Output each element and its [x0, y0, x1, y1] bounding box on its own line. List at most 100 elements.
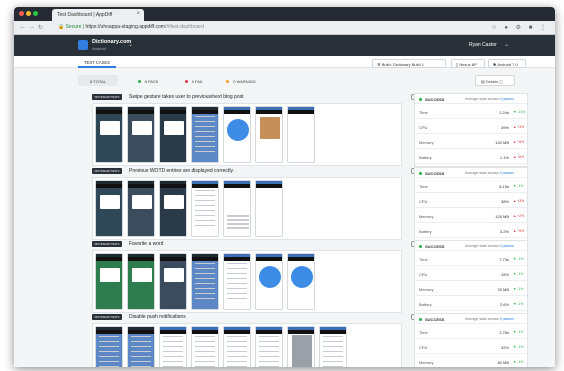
stat-delta: ▲ +5% — [513, 229, 525, 233]
test-case: DICTIONARY.TESTS Previous WOTD entries ar… — [78, 167, 528, 241]
screenshot-thumbnail[interactable] — [287, 326, 315, 367]
avg-text: Average stats across — [465, 317, 499, 321]
screenshot-thumbnail[interactable] — [287, 106, 315, 163]
screenshot-strip — [92, 177, 402, 240]
status-label: SUCCESS — [425, 244, 445, 249]
stat-row: Time 2.24s ▼ -13% — [415, 105, 527, 119]
screenshot-thumbnail[interactable] — [127, 106, 155, 163]
stat-row: CPU 15% ▼ -1% — [415, 267, 527, 281]
stat-label: Memory — [419, 360, 434, 365]
screenshot-thumbnail[interactable] — [287, 253, 315, 310]
extension-icons[interactable]: ☆ ● ⚙ ■ ⋮ — [491, 24, 549, 31]
stat-delta: ▲ +3% — [513, 125, 525, 129]
stat-delta: ▼ -1% — [513, 345, 524, 349]
user-name[interactable]: Ryan Castor — [469, 42, 497, 48]
close-tab-icon[interactable]: × — [136, 11, 140, 17]
forward-icon[interactable]: → — [29, 24, 35, 30]
stat-label: CPU — [419, 199, 428, 204]
reload-icon[interactable]: ↻ — [38, 24, 43, 31]
minimize-window-icon[interactable] — [26, 11, 31, 16]
stat-row: Time 7.73s ▼ -1% — [415, 252, 527, 266]
screenshot-thumbnail[interactable] — [95, 253, 123, 310]
screenshot-thumbnail[interactable] — [255, 326, 283, 367]
success-dot-icon — [419, 171, 422, 175]
success-dot-icon — [419, 97, 422, 101]
maximize-window-icon[interactable] — [33, 11, 38, 16]
stat-value: 2.6% — [499, 302, 509, 307]
stat-row: Battery 1.1% ▲ +6% — [415, 150, 527, 164]
screenshot-thumbnail[interactable] — [223, 180, 251, 237]
back-icon[interactable]: ← — [20, 24, 26, 30]
total-label: 8 TOTAL — [90, 78, 106, 84]
screenshot-strip — [92, 103, 402, 166]
tab-test-cases[interactable]: TEST CASES — [78, 56, 116, 68]
stat-value: 33 MB — [497, 287, 509, 292]
browser-tab[interactable]: Test Dashboard | AppDiff × — [52, 9, 144, 21]
stats-panel: SUCCESS Average stats across 9 passes Time… — [414, 167, 528, 241]
details-toggle[interactable]: ▤ Details ◻ — [475, 75, 515, 86]
screenshot-thumbnail[interactable] — [191, 326, 219, 367]
screenshot-thumbnail[interactable] — [191, 106, 219, 163]
screenshot-thumbnail[interactable] — [95, 326, 123, 367]
close-window-icon[interactable] — [19, 11, 24, 16]
screenshot-thumbnail[interactable] — [127, 326, 155, 367]
test-case-title[interactable]: Previous WOTD entries are displayed corr… — [129, 168, 234, 174]
app-logo — [78, 40, 88, 50]
screenshot-thumbnail[interactable] — [223, 253, 251, 310]
avg-count-link[interactable]: 9 passes — [500, 97, 514, 101]
success-dot-icon — [419, 317, 422, 321]
status-label: SUCCESS — [425, 171, 445, 176]
test-case-title[interactable]: Swipe gesture takes user to previous/nex… — [129, 94, 244, 100]
filter-pass[interactable]: 8 PASS — [128, 75, 168, 86]
stats-header: SUCCESS Average stats across 9 passes — [415, 168, 527, 178]
stats-header: SUCCESS Average stats across 9 passes — [415, 94, 527, 104]
avg-count-link[interactable]: 9 passes — [500, 244, 514, 248]
browser-tabstrip: Test Dashboard | AppDiff × — [14, 7, 555, 21]
chevron-down-icon[interactable]: ⌄ — [128, 41, 133, 48]
stat-delta: ▼ -1% — [513, 287, 524, 291]
screenshot-thumbnail[interactable] — [223, 326, 251, 367]
screenshot-thumbnail[interactable] — [95, 106, 123, 163]
screenshot-thumbnail[interactable] — [127, 253, 155, 310]
url-field[interactable]: 🔒 Secure | https://ohoappa-staging.appdi… — [58, 24, 204, 30]
url-host: https://ohoappa-staging.appdiff.com — [85, 24, 165, 30]
average-stats-label: Average stats across 9 passes — [465, 171, 514, 175]
screenshot-thumbnail[interactable] — [255, 253, 283, 310]
stat-label: Time — [419, 330, 428, 335]
test-case-title[interactable]: Favorite a word — [129, 241, 163, 247]
screenshot-thumbnail[interactable] — [159, 106, 187, 163]
stat-label: CPU — [419, 125, 428, 130]
screenshot-thumbnail[interactable] — [95, 180, 123, 237]
device-selector[interactable]: ▯ Nexus 6P — [451, 59, 485, 68]
avg-count-link[interactable]: 9 passes — [500, 317, 514, 321]
screenshot-thumbnail[interactable] — [127, 180, 155, 237]
test-case: DICTIONARY.TESTS Swipe gesture takes user… — [78, 93, 528, 167]
browser-window: Test Dashboard | AppDiff × ← → ↻ 🔒 Secur… — [14, 7, 555, 367]
screenshot-thumbnail[interactable] — [191, 180, 219, 237]
screenshot-thumbnail[interactable] — [223, 106, 251, 163]
stat-label: Time — [419, 110, 428, 115]
test-case-header: DICTIONARY.TESTS Previous WOTD entries ar… — [92, 167, 420, 176]
filter-total[interactable]: 8 TOTAL — [78, 75, 118, 86]
secure-label: Secure — [65, 24, 82, 30]
test-case: DICTIONARY.TESTS Disable push notificatio… — [78, 313, 528, 367]
stat-row: Memory 126 MB ▲ +2% — [415, 209, 527, 223]
build-selector[interactable]: ⚒ Build: Dictionary Build 1 — [372, 59, 446, 68]
screenshot-thumbnail[interactable] — [191, 253, 219, 310]
filter-warning[interactable]: 0 WARNING — [216, 75, 266, 86]
screenshot-thumbnail[interactable] — [319, 326, 347, 367]
screenshot-thumbnail[interactable] — [159, 326, 187, 367]
stat-label: Time — [419, 184, 428, 189]
fail-label: 0 FAIL — [191, 78, 204, 84]
test-case-title[interactable]: Disable push notifications — [129, 314, 186, 320]
avg-count-link[interactable]: 9 passes — [500, 171, 514, 175]
app-name[interactable]: Dictionary.com — [92, 39, 131, 45]
screenshot-thumbnail[interactable] — [159, 253, 187, 310]
screenshot-thumbnail[interactable] — [159, 180, 187, 237]
user-menu-chevron-icon[interactable]: ⌄ — [504, 41, 509, 48]
screenshot-thumbnail[interactable] — [255, 180, 283, 237]
os-selector[interactable]: ✱ Android 7.0 — [488, 59, 526, 68]
screenshot-thumbnail[interactable] — [255, 106, 283, 163]
filter-fail[interactable]: 0 FAIL — [174, 75, 214, 86]
stat-value: 7.73s — [499, 257, 509, 262]
